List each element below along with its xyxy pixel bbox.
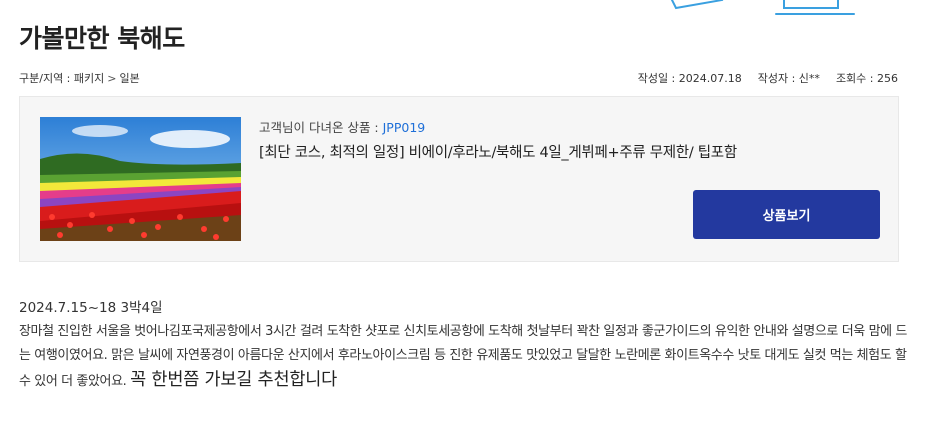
product-label-prefix: 고객님이 다녀온 상품 : [259, 120, 383, 135]
view-product-button[interactable]: 상품보기 [693, 190, 880, 239]
breadcrumb-region: 일본 [119, 72, 140, 85]
product-name[interactable]: [최단 코스, 최적의 일정] 비에이/후라노/북해도 4일_게뷔페+주류 무제… [259, 141, 737, 162]
post-author: 작성자 : 신** [757, 72, 820, 85]
page-title: 가볼만한 북해도 [19, 24, 185, 53]
post-meta: 작성일 : 2024.07.18 작성자 : 신** 조회수 : 256 [622, 70, 898, 86]
product-thumbnail[interactable] [40, 117, 241, 241]
meta-row: 구분/지역 : 패키지 > 일본 작성일 : 2024.07.18 작성자 : … [19, 70, 898, 86]
breadcrumb-category: 구분/지역 : 패키지 [19, 72, 105, 85]
product-code[interactable]: JPP019 [383, 120, 426, 135]
review-trip-dates: 2024.7.15~18 3박4일 [19, 300, 163, 316]
review-content: 2024.7.15~18 3박4일 장마철 진입한 서울을 벗어나김포국제공항에… [19, 296, 909, 394]
breadcrumb-separator-icon: > [107, 71, 117, 85]
flower-field-image [40, 117, 241, 241]
post-date: 작성일 : 2024.07.18 [637, 72, 742, 85]
breadcrumb: 구분/지역 : 패키지 > 일본 [19, 70, 140, 86]
decorative-illustration [670, 0, 855, 15]
product-card: 고객님이 다녀온 상품 : JPP019 [최단 코스, 최적의 일정] 비에이… [19, 96, 899, 262]
product-label: 고객님이 다녀온 상품 : JPP019 [259, 117, 425, 136]
view-count: 조회수 : 256 [835, 72, 898, 85]
review-emphasis: 꼭 한번쯤 가보길 추천합니다 [130, 370, 338, 390]
